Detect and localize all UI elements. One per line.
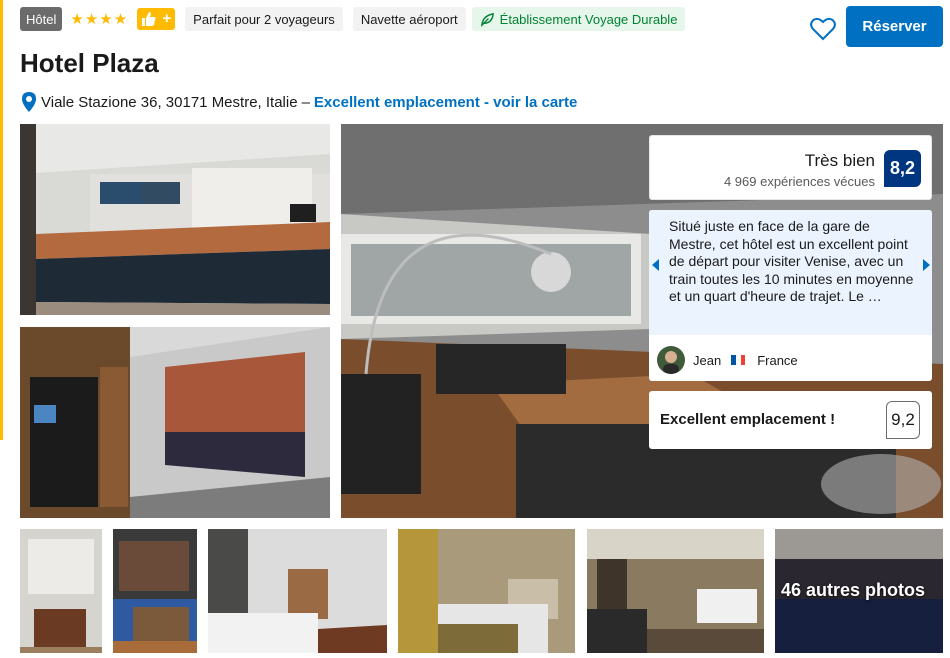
author-name: Jean — [693, 352, 722, 368]
thumbnail-photo[interactable] — [587, 529, 764, 653]
plus-icon: + — [162, 10, 172, 27]
thumbnail-photo[interactable] — [20, 529, 102, 653]
author-country: France — [757, 352, 798, 368]
hotel-address: Viale Stazione 36, 30171 Mestre, Italie … — [20, 90, 577, 114]
avatar — [657, 346, 685, 374]
star-rating: ★ ★ ★ ★ — [70, 12, 127, 27]
sustainable-label: Établissement Voyage Durable — [499, 11, 678, 27]
chevron-right-icon[interactable] — [920, 258, 932, 272]
star-icon: ★ — [99, 10, 113, 28]
chip-airport-shuttle: Navette aéroport — [352, 7, 466, 31]
thumbnail-image — [398, 529, 575, 653]
review-text: Situé juste en face de la gare de Mestre… — [649, 210, 932, 335]
location-label: Excellent emplacement ! — [660, 411, 836, 428]
property-type-badge: Hôtel — [20, 7, 63, 31]
rating-word: Très bien — [804, 151, 875, 170]
elevator-image — [20, 327, 330, 518]
more-photos-tile[interactable] — [775, 529, 943, 653]
thumbs-up-icon — [142, 12, 156, 26]
address-separator: – — [301, 93, 310, 111]
thumbnail-image — [208, 529, 387, 653]
photo-reception[interactable] — [20, 124, 330, 315]
star-icon: ★ — [84, 10, 99, 28]
favorite-button[interactable] — [808, 14, 838, 44]
review-count: 4 969 expériences vécues — [723, 174, 875, 189]
address-text: Viale Stazione 36, 30171 Mestre, Italie — [41, 93, 298, 111]
thumbnail-image — [587, 529, 764, 653]
leaf-icon — [480, 12, 494, 27]
star-icon: ★ — [70, 10, 84, 28]
flag-france-icon — [731, 355, 746, 365]
location-score: 9,2 — [886, 401, 920, 439]
sustainable-travel-badge[interactable]: Établissement Voyage Durable — [471, 7, 686, 31]
thumbnail-photo[interactable] — [113, 529, 197, 653]
thumbnail-image — [20, 529, 102, 653]
heart-icon — [810, 17, 836, 41]
map-link[interactable]: Excellent emplacement - voir la carte — [314, 94, 577, 111]
thumbnail-photo[interactable] — [208, 529, 387, 653]
left-accent-bar — [0, 0, 3, 440]
photo-elevator-hall[interactable] — [20, 327, 330, 518]
guest-review-card[interactable]: Situé juste en face de la gare de Mestre… — [649, 210, 932, 381]
chip-travelers: Parfait pour 2 voyageurs — [185, 7, 343, 31]
score-badge: 8,2 — [884, 150, 921, 187]
hotel-title: Hotel Plaza — [20, 48, 159, 78]
thumbnail-image — [113, 529, 197, 653]
reserve-button[interactable]: Réserver — [846, 6, 943, 47]
property-badges: Hôtel ★ ★ ★ ★ + Parfait pour 2 voyageurs… — [20, 7, 686, 31]
thumbnail-photo[interactable] — [398, 529, 575, 653]
reception-image — [20, 124, 330, 315]
chevron-left-icon[interactable] — [650, 258, 662, 272]
star-icon: ★ — [113, 10, 128, 28]
preferred-partner-badge[interactable]: + — [137, 8, 176, 30]
review-author: Jean France — [657, 346, 798, 374]
location-score-card[interactable]: Excellent emplacement ! 9,2 — [649, 391, 932, 449]
review-score-card[interactable]: Très bien 4 969 expériences vécues 8,2 — [649, 135, 932, 200]
map-pin-icon — [22, 92, 36, 112]
thumbnail-image — [775, 529, 943, 653]
